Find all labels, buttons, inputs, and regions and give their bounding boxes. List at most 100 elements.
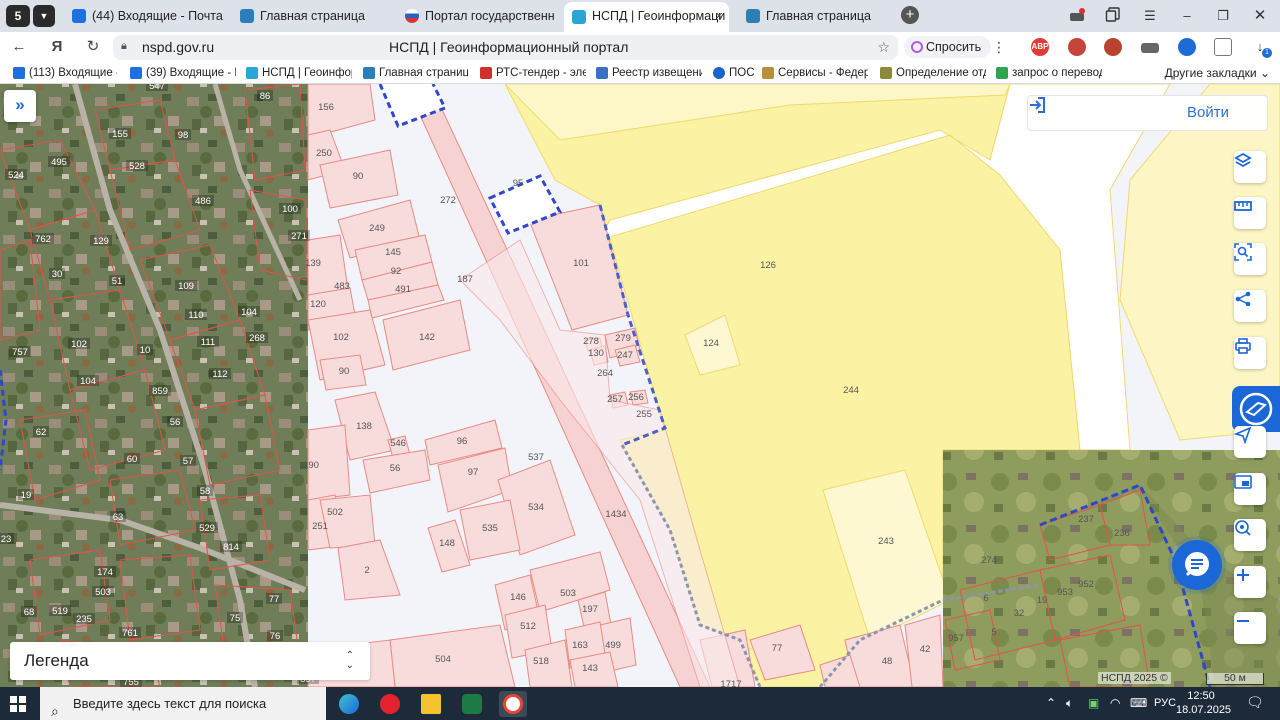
parcel-number[interactable]: 250 bbox=[316, 148, 332, 159]
parcel-number[interactable]: 814 bbox=[223, 542, 239, 553]
expand-sidebar-button[interactable]: » bbox=[4, 90, 36, 122]
parcel-number[interactable]: 110 bbox=[188, 310, 203, 321]
extensions-puzzle-icon[interactable] bbox=[1214, 38, 1232, 56]
parcel-number[interactable]: 90 bbox=[353, 171, 364, 182]
parcel-number[interactable]: 251 bbox=[312, 521, 328, 532]
parcel-number[interactable]: 1434 bbox=[605, 509, 626, 520]
parcel-number[interactable]: 503 bbox=[95, 587, 111, 598]
parcel-number[interactable]: 86 bbox=[260, 91, 271, 102]
bookmark-item[interactable]: РТС-тендер - эле bbox=[480, 65, 586, 81]
parcel-number[interactable]: 5 bbox=[991, 627, 996, 638]
parcel-number[interactable]: 255 bbox=[636, 409, 652, 420]
parcel-number[interactable]: 495 bbox=[51, 157, 67, 168]
tab-nspd-active[interactable]: НСПД | Геоинформаци × bbox=[564, 2, 729, 32]
parcel-number[interactable]: 104 bbox=[241, 307, 257, 318]
cadastral-map-svg[interactable]: 5478698155495 528524486100762 129 2713051 10… bbox=[0, 84, 1280, 687]
parcel-number[interactable]: 156 bbox=[318, 102, 334, 113]
parcel-number[interactable]: 518 bbox=[533, 656, 549, 667]
parcel-number[interactable]: 504 bbox=[435, 654, 451, 665]
parcel-number[interactable]: 953 bbox=[1057, 587, 1073, 598]
parcel-number[interactable]: 957 bbox=[948, 633, 964, 644]
geolocation-button[interactable] bbox=[1234, 426, 1266, 458]
taskbar-file-explorer-icon[interactable] bbox=[417, 691, 445, 717]
tray-language[interactable]: РУС bbox=[1154, 697, 1176, 709]
bookmark-item[interactable]: Главная страница bbox=[363, 65, 468, 81]
parcel-number[interactable]: 104 bbox=[80, 376, 96, 387]
parcel-number[interactable]: 148 bbox=[439, 538, 455, 549]
tray-security-icon[interactable]: ▣ bbox=[1088, 696, 1099, 710]
parcel-number[interactable]: 77 bbox=[269, 594, 280, 605]
parcel-number[interactable]: 529 bbox=[199, 523, 215, 534]
parcel-number[interactable]: 97 bbox=[468, 467, 479, 478]
extension-icon-5[interactable] bbox=[1178, 38, 1196, 56]
parcel-number[interactable]: 139 bbox=[305, 258, 321, 269]
bookmark-item[interactable]: (113) Входящие - bbox=[13, 65, 117, 81]
tray-volume-icon[interactable]: 🔈︎ bbox=[1066, 696, 1073, 711]
parcel-number[interactable]: 60 bbox=[127, 454, 138, 465]
parcel-number[interactable]: 502 bbox=[327, 507, 343, 518]
parcel-number[interactable]: 236 bbox=[1114, 528, 1130, 539]
parcel-number[interactable]: 138 bbox=[356, 421, 372, 432]
parcel-number[interactable]: 534 bbox=[528, 502, 544, 513]
reload-icon[interactable]: ↻ bbox=[83, 37, 103, 57]
adblock-extension-icon[interactable]: ABP bbox=[1031, 38, 1049, 56]
map-canvas[interactable]: 547 86 98 155 495 528 524 486 100 762 129 271 30 51 10… bbox=[0, 84, 1280, 687]
parcel-number[interactable]: 535 bbox=[482, 523, 498, 534]
parcel-number[interactable]: 952 bbox=[1078, 579, 1094, 590]
legend-panel[interactable]: Легенда ⌃ ⌄ bbox=[10, 642, 370, 680]
parcel-number[interactable]: 271 bbox=[291, 231, 307, 242]
back-arrow-icon[interactable]: ← bbox=[9, 37, 29, 57]
parcel-number[interactable]: 76 bbox=[270, 631, 281, 642]
parcel-number[interactable]: 42 bbox=[920, 644, 931, 655]
parcel-number[interactable]: 2 bbox=[364, 565, 369, 576]
tab-close-icon[interactable]: × bbox=[715, 2, 723, 30]
parcel-number[interactable]: 528 bbox=[129, 161, 145, 172]
print-button[interactable] bbox=[1234, 337, 1266, 369]
parcel-number[interactable]: 124 bbox=[703, 338, 719, 349]
parcel-number[interactable]: 130 bbox=[588, 348, 604, 359]
bookmark-item[interactable]: (39) Входящие - П bbox=[130, 65, 236, 81]
taskbar-excel-icon[interactable] bbox=[458, 691, 486, 717]
extension-icon-2[interactable] bbox=[1068, 38, 1086, 56]
taskbar-search-box[interactable]: ⌕ Введите здесь текст для поиска bbox=[40, 687, 326, 720]
collections-icon[interactable] bbox=[1104, 7, 1122, 25]
parcel-number[interactable]: 163 bbox=[572, 640, 588, 651]
parcel-number[interactable]: 90 bbox=[339, 366, 350, 377]
parcel-number[interactable]: 142 bbox=[419, 332, 435, 343]
parcel-number[interactable]: 1717 bbox=[720, 679, 741, 687]
tray-clock[interactable]: 12:50 18.07.2025 bbox=[1176, 689, 1231, 717]
tray-chevron-up-icon[interactable]: ⌃ bbox=[1046, 696, 1056, 710]
parcel-number[interactable]: 524 bbox=[8, 170, 24, 181]
extension-icon-4[interactable] bbox=[1141, 43, 1159, 53]
parcel-number[interactable]: 57 bbox=[183, 456, 194, 467]
lock-icon[interactable]: 🔒︎ bbox=[121, 40, 135, 54]
parcel-number[interactable]: 237 bbox=[1078, 514, 1094, 525]
notifications-icon[interactable]: 🗨︎ bbox=[1246, 694, 1264, 711]
tab-gosuslugi[interactable]: Портал государственных bbox=[397, 4, 555, 28]
parcel-number[interactable]: 483 bbox=[334, 281, 350, 292]
parcel-number[interactable]: 98 bbox=[178, 130, 189, 141]
bookmark-item[interactable]: НСПД | Геоинфор bbox=[246, 65, 352, 81]
parcel-number[interactable]: 143 bbox=[582, 663, 598, 674]
browser-logo-button[interactable]: 5 bbox=[6, 5, 30, 27]
parcel-number[interactable]: 96 bbox=[457, 436, 468, 447]
bookmark-item[interactable]: Сервисы - Федер bbox=[762, 65, 868, 81]
parcel-number[interactable]: 102 bbox=[333, 332, 349, 343]
parcel-number[interactable]: 112 bbox=[212, 369, 227, 380]
parcel-number[interactable]: 762 bbox=[35, 234, 51, 245]
parcel-number[interactable]: 145 bbox=[385, 247, 401, 258]
yandex-logo-icon[interactable]: Я bbox=[47, 37, 67, 57]
parcel-number[interactable]: 546 bbox=[390, 438, 406, 449]
parcel-number[interactable]: 56 bbox=[390, 463, 401, 474]
parcel-number[interactable]: 58 bbox=[200, 486, 211, 497]
parcel-number[interactable]: 120 bbox=[310, 299, 326, 310]
parcel-number[interactable]: 77 bbox=[772, 643, 783, 654]
parcel-number[interactable]: 249 bbox=[369, 223, 385, 234]
url-text[interactable]: nspd.gov.ru bbox=[142, 35, 214, 60]
tab-main-page-2[interactable]: Главная страница bbox=[738, 4, 896, 28]
parcel-number[interactable]: 499 bbox=[605, 640, 621, 651]
parcel-number[interactable]: 30 bbox=[52, 269, 63, 280]
parcel-number[interactable]: 268 bbox=[249, 333, 265, 344]
parcel-number[interactable]: 62 bbox=[36, 427, 47, 438]
bookmark-item[interactable]: Определение отд bbox=[880, 65, 986, 81]
